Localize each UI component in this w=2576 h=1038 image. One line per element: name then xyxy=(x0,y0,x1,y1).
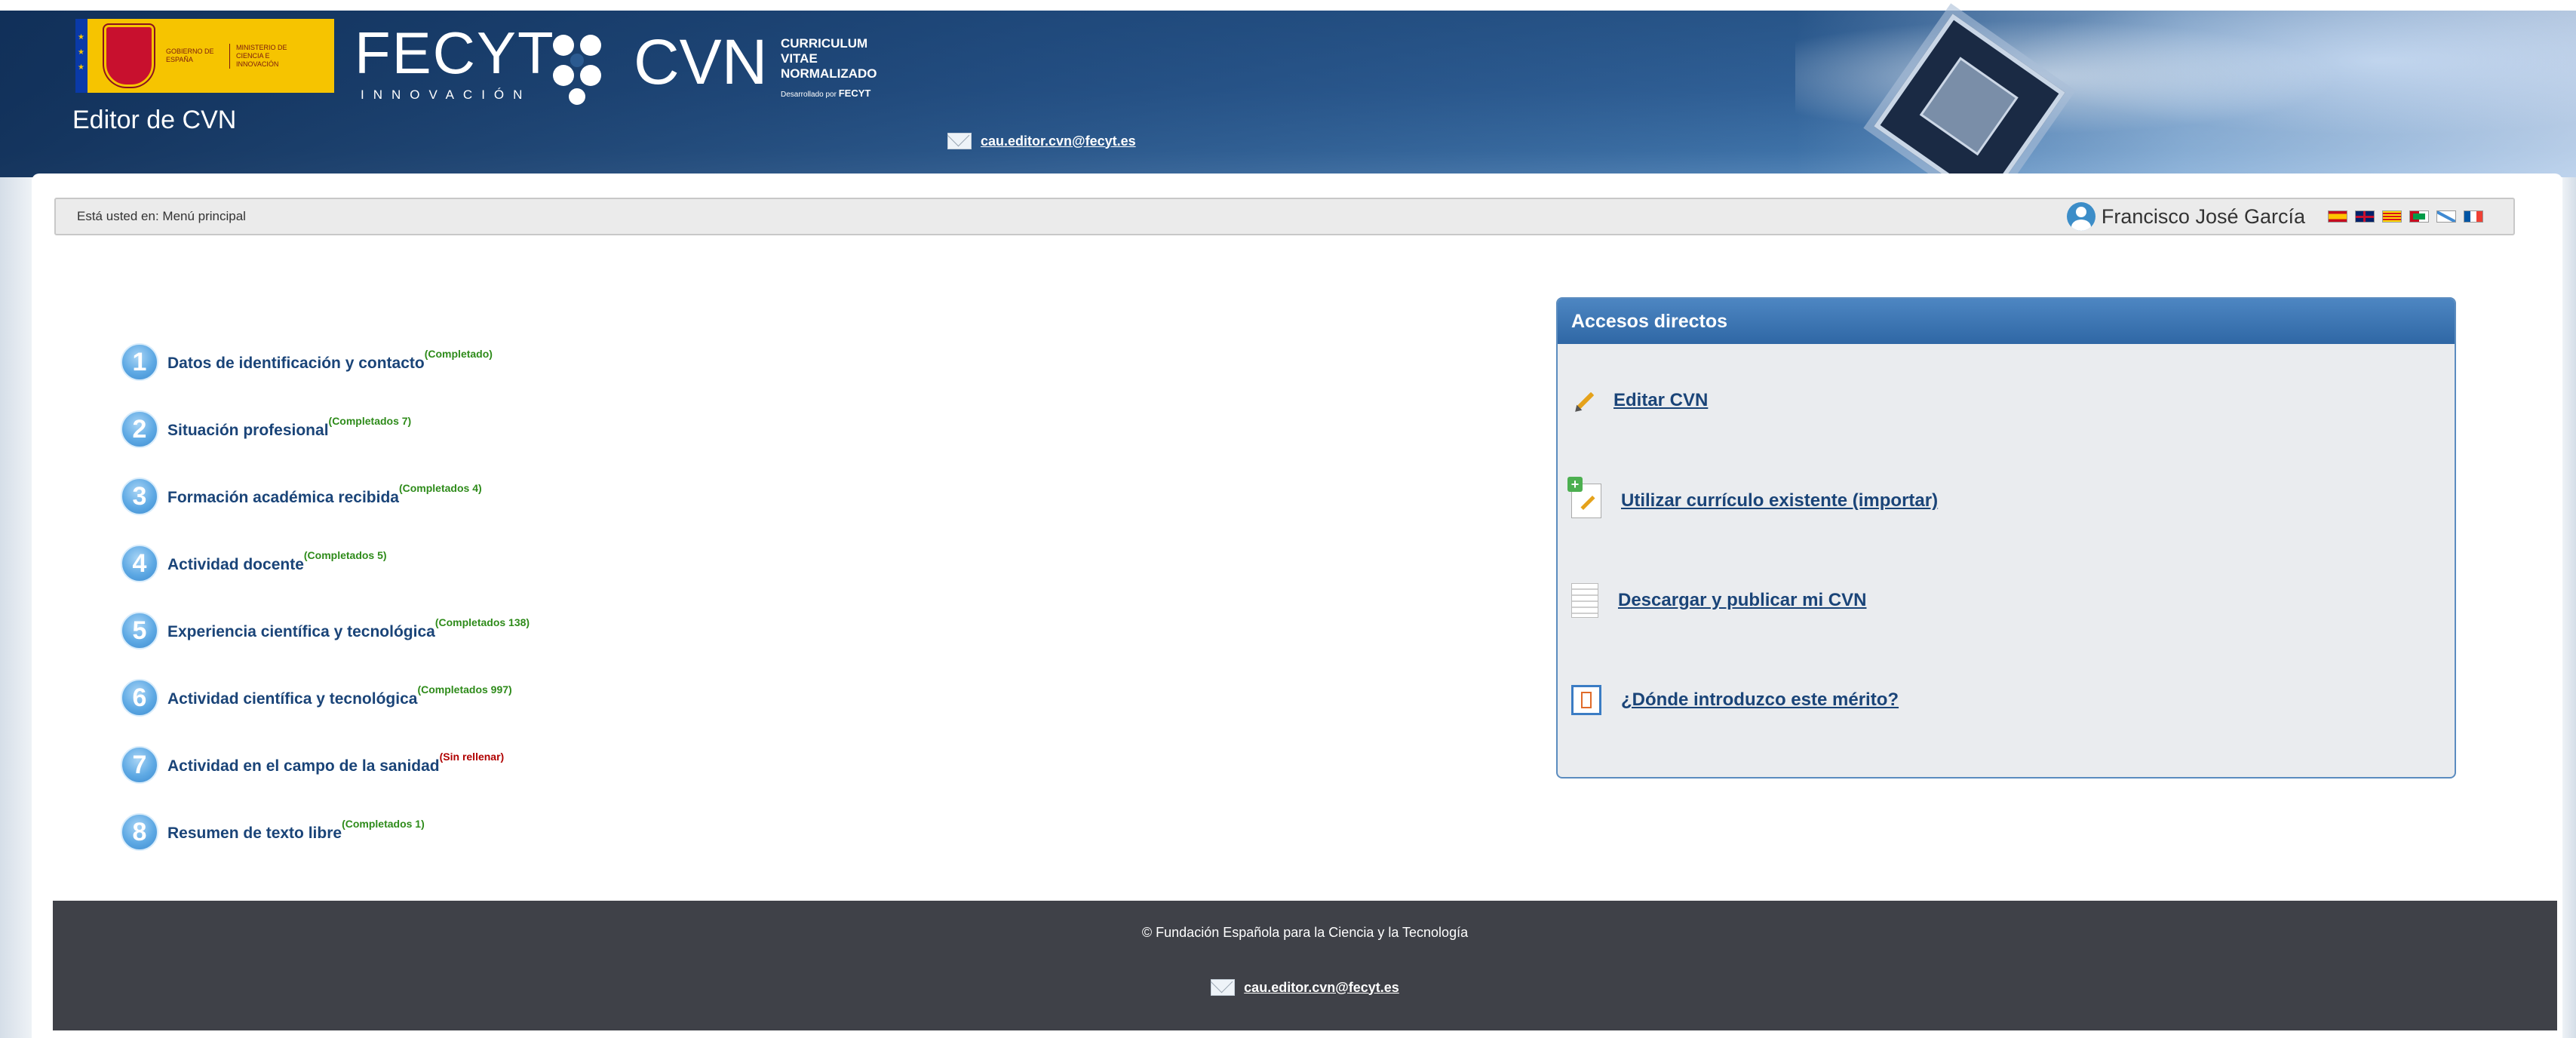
shortcut-link[interactable]: ¿Dónde introduzco este mérito? xyxy=(1621,689,1899,711)
menu-status: (Completados 997) xyxy=(417,683,512,696)
shortcut-link[interactable]: Utilizar currículo existente (importar) xyxy=(1621,490,1938,511)
menu-label: Experiencia científica y tecnológica xyxy=(167,622,435,640)
cvn-dev-prefix: Desarrollado por xyxy=(781,91,837,99)
cvn-subtitle-line-3: NORMALIZADO xyxy=(781,66,877,81)
shortcut-edit-cvn[interactable]: Editar CVN xyxy=(1571,389,1708,412)
shortcut-download-publish[interactable]: Descargar y publicar mi CVN xyxy=(1571,583,1866,618)
step-number-icon: 2 xyxy=(121,410,158,448)
catalan-flag-icon[interactable] xyxy=(2382,210,2402,223)
cvn-wordmark: CVN xyxy=(634,26,768,97)
left-page-gutter xyxy=(0,177,32,1038)
menu-status: (Completados 7) xyxy=(328,414,412,427)
menu-item-6[interactable]: 6 Actividad científica y tecnológica(Com… xyxy=(121,679,512,717)
step-number-icon: 6 xyxy=(121,679,158,717)
fecyt-subtitle: INNOVACIÓN xyxy=(361,88,532,102)
english-flag-icon[interactable] xyxy=(2355,210,2375,223)
menu-link[interactable]: Datos de identificación y contacto(Compl… xyxy=(167,348,493,373)
menu-item-3[interactable]: 3 Formación académica recibida(Completad… xyxy=(121,478,482,515)
footer-contact: cau.editor.cvn@fecyt.es xyxy=(53,979,2557,996)
footer-email-link[interactable]: cau.editor.cvn@fecyt.es xyxy=(1244,980,1399,996)
menu-label: Situación profesional xyxy=(167,421,329,439)
cvn-subtitle-line-1: CURRICULUM xyxy=(781,36,868,51)
breadcrumb: Está usted en: Menú principal Francisco … xyxy=(54,198,2515,235)
pencil-icon xyxy=(1571,389,1594,412)
menu-status: (Completados 5) xyxy=(303,548,387,561)
shortcuts-panel-title: Accesos directos xyxy=(1558,299,2455,344)
menu-status: (Sin rellenar) xyxy=(439,750,505,763)
menu-status: (Completado) xyxy=(424,347,493,360)
mail-icon xyxy=(947,133,972,149)
step-number-icon: 1 xyxy=(121,343,158,381)
cvn-logo[interactable]: CVN CURRICULUM VITAE NORMALIZADO Desarro… xyxy=(634,30,950,106)
menu-item-7[interactable]: 7 Actividad en el campo de la sanidad(Si… xyxy=(121,746,504,784)
menu-item-1[interactable]: 1 Datos de identificación y contacto(Com… xyxy=(121,343,493,381)
cvn-subtitle: CURRICULUM VITAE NORMALIZADO xyxy=(781,36,877,81)
basque-flag-icon[interactable] xyxy=(2409,210,2429,223)
shortcut-link[interactable]: Descargar y publicar mi CVN xyxy=(1618,590,1866,611)
french-flag-icon[interactable] xyxy=(2464,210,2483,223)
menu-status: (Completados 138) xyxy=(434,616,530,628)
step-number-icon: 4 xyxy=(121,545,158,582)
step-number-icon: 3 xyxy=(121,478,158,515)
fecyt-wordmark: FECYT xyxy=(355,20,555,86)
menu-label: Actividad docente xyxy=(167,555,304,573)
menu-item-5[interactable]: 5 Experiencia científica y tecnológica(C… xyxy=(121,612,530,650)
language-selector xyxy=(2328,210,2483,223)
menu-link[interactable]: Experiencia científica y tecnológica(Com… xyxy=(167,616,530,641)
shortcut-import-cv[interactable]: Utilizar currículo existente (importar) xyxy=(1567,477,1938,518)
step-number-icon: 7 xyxy=(121,746,158,784)
shortcut-link[interactable]: Editar CVN xyxy=(1613,390,1708,411)
cvn-subtitle-line-2: VITAE xyxy=(781,51,818,66)
import-icon xyxy=(1567,477,1601,518)
help-location-icon xyxy=(1571,685,1601,715)
menu-link[interactable]: Resumen de texto libre(Completados 1) xyxy=(167,818,425,843)
step-number-icon: 8 xyxy=(121,813,158,851)
page-title: Editor de CVN xyxy=(72,106,237,134)
step-number-icon: 5 xyxy=(121,612,158,650)
user-zone: Francisco José García xyxy=(2066,202,2483,231)
menu-link[interactable]: Formación académica recibida(Completados… xyxy=(167,482,482,507)
galician-flag-icon[interactable] xyxy=(2436,210,2456,223)
shortcuts-panel: Accesos directos Editar CVN Utilizar cur… xyxy=(1556,297,2456,778)
cvn-dev-brand: FECYT xyxy=(838,88,871,99)
menu-label: Actividad científica y tecnológica xyxy=(167,689,418,708)
menu-status: (Completados 4) xyxy=(398,481,482,494)
menu-link[interactable]: Actividad científica y tecnológica(Compl… xyxy=(167,683,512,708)
mail-icon xyxy=(1211,979,1236,996)
gov-logo-text: GOBIERNO DE ESPAÑA xyxy=(166,48,214,63)
breadcrumb-text: Está usted en: Menú principal xyxy=(77,209,246,223)
site-header: GOBIERNO DE ESPAÑA MINISTERIO DE CIENCIA… xyxy=(0,0,2576,205)
menu-link[interactable]: Actividad en el campo de la sanidad(Sin … xyxy=(167,751,504,775)
menu-label: Formación académica recibida xyxy=(167,488,399,506)
fecyt-molecule-icon xyxy=(553,35,601,105)
menu-link[interactable]: Actividad docente(Completados 5) xyxy=(167,549,387,574)
eu-flag-icon xyxy=(75,19,88,93)
menu-link[interactable]: Situación profesional(Completados 7) xyxy=(167,415,411,440)
fecyt-logo[interactable]: FECYT INNOVACIÓN xyxy=(355,23,603,106)
header-email-link[interactable]: cau.editor.cvn@fecyt.es xyxy=(981,134,1136,149)
menu-status: (Completados 1) xyxy=(342,817,425,830)
header-decorative-image xyxy=(1795,11,2576,205)
government-logo[interactable]: GOBIERNO DE ESPAÑA MINISTERIO DE CIENCIA… xyxy=(75,19,334,93)
menu-label: Actividad en el campo de la sanidad xyxy=(167,757,440,775)
menu-label: Resumen de texto libre xyxy=(167,824,342,842)
menu-item-2[interactable]: 2 Situación profesional(Completados 7) xyxy=(121,410,411,448)
user-name[interactable]: Francisco José García xyxy=(2102,205,2305,229)
menu-item-8[interactable]: 8 Resumen de texto libre(Completados 1) xyxy=(121,813,425,851)
document-icon xyxy=(1571,583,1598,618)
shortcut-where-merit[interactable]: ¿Dónde introduzco este mérito? xyxy=(1571,685,1899,715)
footer-copyright: © Fundación Española para la Ciencia y l… xyxy=(1141,925,1469,940)
menu-label: Datos de identificación y contacto xyxy=(167,354,425,372)
ministry-logo-text: MINISTERIO DE CIENCIA E INNOVACIÓN xyxy=(229,43,304,69)
right-page-gutter xyxy=(2562,177,2576,1038)
spanish-flag-icon[interactable] xyxy=(2328,210,2347,223)
site-footer: © Fundación Española para la Ciencia y l… xyxy=(53,901,2557,1030)
cvn-developer-credit: Desarrollado por FECYT xyxy=(781,88,870,99)
header-contact: cau.editor.cvn@fecyt.es xyxy=(947,133,1136,149)
user-avatar-icon[interactable] xyxy=(2066,202,2095,231)
menu-item-4[interactable]: 4 Actividad docente(Completados 5) xyxy=(121,545,387,582)
spain-coat-of-arms-icon xyxy=(104,25,154,87)
